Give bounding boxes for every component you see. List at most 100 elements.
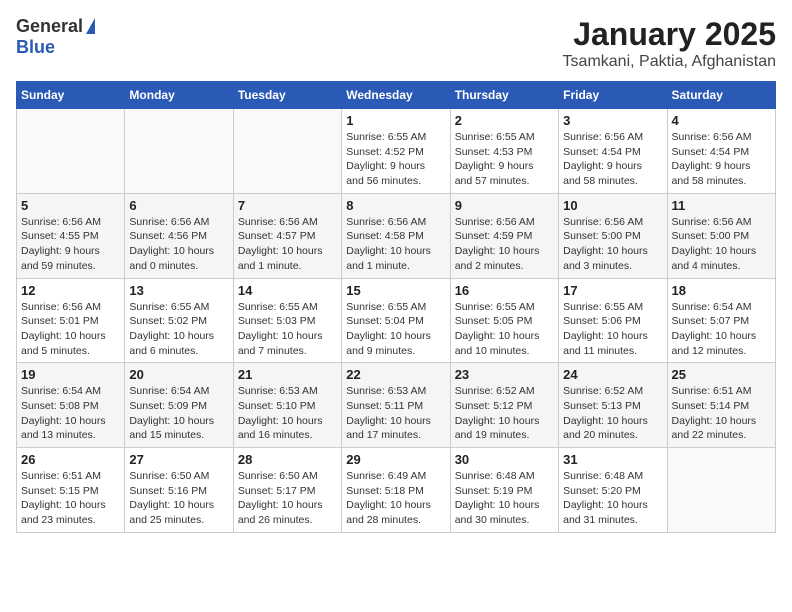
calendar-body: 1Sunrise: 6:55 AMSunset: 4:52 PMDaylight… xyxy=(17,109,776,533)
weekday-header-row: SundayMondayTuesdayWednesdayThursdayFrid… xyxy=(17,82,776,109)
calendar-table: SundayMondayTuesdayWednesdayThursdayFrid… xyxy=(16,81,776,533)
calendar-week-2: 5 Sunrise: 6:56 AMSunset: 4:55 PMDaylight… xyxy=(17,193,776,278)
day-number: 9 xyxy=(455,198,554,213)
day-number: 21 xyxy=(238,367,337,382)
day-info: Sunrise: 6:55 AMSunset: 5:05 PMDaylight:… xyxy=(455,300,554,359)
calendar-cell: 17 Sunrise: 6:55 AMSunset: 5:06 PMDayligh… xyxy=(559,278,667,363)
day-info: Sunrise: 6:56 AMSunset: 5:00 PMDaylight:… xyxy=(563,215,662,274)
calendar-cell: 30 Sunrise: 6:48 AMSunset: 5:19 PMDayligh… xyxy=(450,448,558,533)
day-info: Sunrise: 6:56 AMSunset: 4:55 PMDaylight:… xyxy=(21,215,120,274)
day-number: 5 xyxy=(21,198,120,213)
calendar-week-5: 26 Sunrise: 6:51 AMSunset: 5:15 PMDayligh… xyxy=(17,448,776,533)
day-info: Sunrise: 6:55 AMSunset: 5:04 PMDaylight:… xyxy=(346,300,445,359)
calendar-cell: 20Sunrise: 6:54 AMSunset: 5:09 PMDayligh… xyxy=(125,363,233,448)
day-number: 19 xyxy=(21,367,120,382)
day-info: Sunrise: 6:49 AMSunset: 5:18 PMDaylight:… xyxy=(346,469,445,528)
day-info: Sunrise: 6:53 AMSunset: 5:10 PMDaylight:… xyxy=(238,384,337,443)
day-number: 27 xyxy=(129,452,228,467)
calendar-cell: 27Sunrise: 6:50 AMSunset: 5:16 PMDayligh… xyxy=(125,448,233,533)
day-number: 17 xyxy=(563,283,662,298)
day-number: 30 xyxy=(455,452,554,467)
day-info: Sunrise: 6:51 AMSunset: 5:14 PMDaylight:… xyxy=(672,384,771,443)
calendar-cell: 25 Sunrise: 6:51 AMSunset: 5:14 PMDayligh… xyxy=(667,363,775,448)
day-info: Sunrise: 6:56 AMSunset: 5:01 PMDaylight:… xyxy=(21,300,120,359)
day-number: 22 xyxy=(346,367,445,382)
logo-general-text: General xyxy=(16,16,83,37)
calendar-cell xyxy=(125,109,233,194)
title-block: January 2025 Tsamkani, Paktia, Afghanist… xyxy=(563,16,776,71)
logo-triangle-icon xyxy=(86,18,95,34)
calendar-week-4: 19 Sunrise: 6:54 AMSunset: 5:08 PMDayligh… xyxy=(17,363,776,448)
weekday-header-monday: Monday xyxy=(125,82,233,109)
day-number: 12 xyxy=(21,283,120,298)
day-info: Sunrise: 6:54 AMSunset: 5:09 PMDaylight:… xyxy=(129,384,228,443)
calendar-cell xyxy=(17,109,125,194)
day-info: Sunrise: 6:48 AMSunset: 5:20 PMDaylight:… xyxy=(563,469,662,528)
calendar-cell: 19 Sunrise: 6:54 AMSunset: 5:08 PMDayligh… xyxy=(17,363,125,448)
calendar-cell: 6Sunrise: 6:56 AMSunset: 4:56 PMDaylight… xyxy=(125,193,233,278)
day-number: 23 xyxy=(455,367,554,382)
day-info: Sunrise: 6:55 AMSunset: 4:53 PMDaylight:… xyxy=(455,130,554,189)
day-info: Sunrise: 6:56 AMSunset: 5:00 PMDaylight:… xyxy=(672,215,771,274)
day-info: Sunrise: 6:56 AMSunset: 4:59 PMDaylight:… xyxy=(455,215,554,274)
day-info: Sunrise: 6:56 AMSunset: 4:56 PMDaylight:… xyxy=(129,215,228,274)
calendar-cell xyxy=(667,448,775,533)
weekday-header-friday: Friday xyxy=(559,82,667,109)
day-info: Sunrise: 6:48 AMSunset: 5:19 PMDaylight:… xyxy=(455,469,554,528)
day-info: Sunrise: 6:55 AMSunset: 5:02 PMDaylight:… xyxy=(129,300,228,359)
calendar-cell: 2 Sunrise: 6:55 AMSunset: 4:53 PMDaylight… xyxy=(450,109,558,194)
day-info: Sunrise: 6:56 AMSunset: 4:54 PMDaylight:… xyxy=(563,130,662,189)
day-number: 13 xyxy=(129,283,228,298)
calendar-cell: 22Sunrise: 6:53 AMSunset: 5:11 PMDayligh… xyxy=(342,363,450,448)
day-number: 2 xyxy=(455,113,554,128)
calendar-cell: 8 Sunrise: 6:56 AMSunset: 4:58 PMDaylight… xyxy=(342,193,450,278)
calendar-cell: 18Sunrise: 6:54 AMSunset: 5:07 PMDayligh… xyxy=(667,278,775,363)
day-number: 24 xyxy=(563,367,662,382)
day-info: Sunrise: 6:56 AMSunset: 4:57 PMDaylight:… xyxy=(238,215,337,274)
day-info: Sunrise: 6:55 AMSunset: 5:06 PMDaylight:… xyxy=(563,300,662,359)
calendar-cell: 9 Sunrise: 6:56 AMSunset: 4:59 PMDaylight… xyxy=(450,193,558,278)
calendar-cell: 10Sunrise: 6:56 AMSunset: 5:00 PMDayligh… xyxy=(559,193,667,278)
weekday-header-thursday: Thursday xyxy=(450,82,558,109)
calendar-cell: 7 Sunrise: 6:56 AMSunset: 4:57 PMDaylight… xyxy=(233,193,341,278)
day-info: Sunrise: 6:54 AMSunset: 5:08 PMDaylight:… xyxy=(21,384,120,443)
day-info: Sunrise: 6:56 AMSunset: 4:58 PMDaylight:… xyxy=(346,215,445,274)
day-number: 7 xyxy=(238,198,337,213)
calendar-cell: 21 Sunrise: 6:53 AMSunset: 5:10 PMDayligh… xyxy=(233,363,341,448)
day-number: 15 xyxy=(346,283,445,298)
calendar-cell: 16 Sunrise: 6:55 AMSunset: 5:05 PMDayligh… xyxy=(450,278,558,363)
weekday-header-saturday: Saturday xyxy=(667,82,775,109)
page-header: General Blue January 2025 Tsamkani, Pakt… xyxy=(16,16,776,71)
calendar-cell: 3Sunrise: 6:56 AMSunset: 4:54 PMDaylight… xyxy=(559,109,667,194)
day-info: Sunrise: 6:52 AMSunset: 5:13 PMDaylight:… xyxy=(563,384,662,443)
calendar-cell: 24 Sunrise: 6:52 AMSunset: 5:13 PMDayligh… xyxy=(559,363,667,448)
day-number: 25 xyxy=(672,367,771,382)
logo-blue-text: Blue xyxy=(16,37,55,57)
calendar-cell: 14 Sunrise: 6:55 AMSunset: 5:03 PMDayligh… xyxy=(233,278,341,363)
calendar-cell: 1Sunrise: 6:55 AMSunset: 4:52 PMDaylight… xyxy=(342,109,450,194)
calendar-cell: 28Sunrise: 6:50 AMSunset: 5:17 PMDayligh… xyxy=(233,448,341,533)
calendar-cell: 11 Sunrise: 6:56 AMSunset: 5:00 PMDayligh… xyxy=(667,193,775,278)
weekday-header-sunday: Sunday xyxy=(17,82,125,109)
location-title: Tsamkani, Paktia, Afghanistan xyxy=(563,53,776,71)
calendar-week-3: 12 Sunrise: 6:56 AMSunset: 5:01 PMDayligh… xyxy=(17,278,776,363)
calendar-cell: 31 Sunrise: 6:48 AMSunset: 5:20 PMDayligh… xyxy=(559,448,667,533)
day-number: 29 xyxy=(346,452,445,467)
day-number: 26 xyxy=(21,452,120,467)
calendar-cell xyxy=(233,109,341,194)
calendar-cell: 5 Sunrise: 6:56 AMSunset: 4:55 PMDaylight… xyxy=(17,193,125,278)
calendar-cell: 26 Sunrise: 6:51 AMSunset: 5:15 PMDayligh… xyxy=(17,448,125,533)
logo: General Blue xyxy=(16,16,95,58)
day-number: 31 xyxy=(563,452,662,467)
calendar-cell: 4Sunrise: 6:56 AMSunset: 4:54 PMDaylight… xyxy=(667,109,775,194)
day-info: Sunrise: 6:55 AMSunset: 5:03 PMDaylight:… xyxy=(238,300,337,359)
day-number: 1 xyxy=(346,113,445,128)
day-number: 8 xyxy=(346,198,445,213)
day-info: Sunrise: 6:54 AMSunset: 5:07 PMDaylight:… xyxy=(672,300,771,359)
month-title: January 2025 xyxy=(563,16,776,53)
day-number: 14 xyxy=(238,283,337,298)
calendar-cell: 12 Sunrise: 6:56 AMSunset: 5:01 PMDayligh… xyxy=(17,278,125,363)
day-info: Sunrise: 6:51 AMSunset: 5:15 PMDaylight:… xyxy=(21,469,120,528)
day-number: 16 xyxy=(455,283,554,298)
day-number: 11 xyxy=(672,198,771,213)
